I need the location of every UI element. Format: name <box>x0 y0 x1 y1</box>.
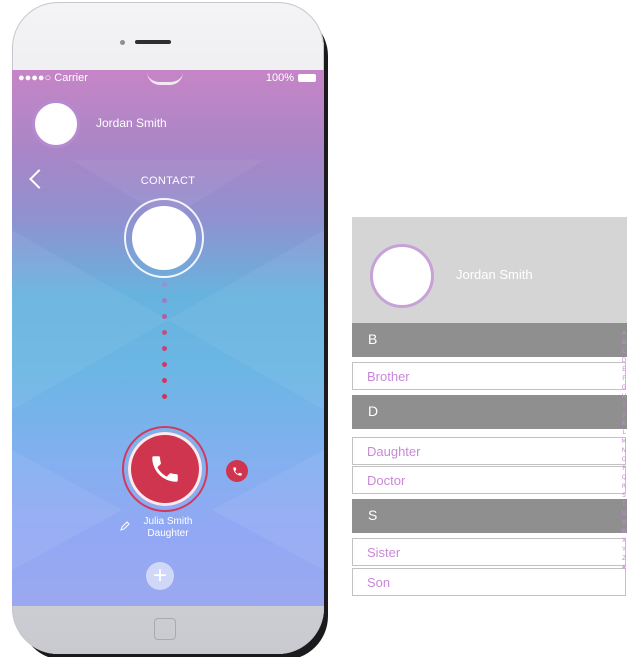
callee-info: Julia Smith Daughter <box>12 516 324 540</box>
section-header-d: D <box>352 395 627 429</box>
callee-relation: Daughter <box>147 528 189 539</box>
ear-speaker <box>147 72 183 85</box>
connector-dot <box>162 394 167 399</box>
index-letter[interactable]: Z <box>620 554 627 563</box>
connector-dot <box>162 298 167 303</box>
phone-speaker <box>135 40 171 44</box>
list-item-label: Doctor <box>367 473 406 488</box>
section-header-s: S <box>352 499 627 533</box>
profile-name: Jordan Smith <box>96 116 167 130</box>
list-item[interactable]: Son <box>352 568 626 596</box>
contact-list-panel: Jordan Smith B Brother D Daughter Doctor… <box>352 217 627 600</box>
index-letter[interactable]: I <box>620 401 627 410</box>
index-letter[interactable]: X <box>620 536 627 545</box>
connector-dot <box>162 346 167 351</box>
profile-avatar[interactable] <box>32 100 80 148</box>
carrier-label: ●●●●○ Carrier <box>18 72 88 84</box>
index-letter[interactable]: Q <box>620 473 627 482</box>
call-button[interactable] <box>128 432 202 506</box>
index-letter[interactable]: V <box>620 518 627 527</box>
status-bar: ●●●●○ Carrier 100% <box>12 70 324 86</box>
index-letter[interactable]: L <box>620 428 627 437</box>
index-letter[interactable]: J <box>620 410 627 419</box>
index-letter[interactable]: A <box>620 329 627 338</box>
list-item-label: Brother <box>367 369 410 384</box>
index-letter[interactable]: E <box>620 365 627 374</box>
index-letter[interactable]: R <box>620 482 627 491</box>
section-letter: B <box>368 331 378 347</box>
index-letter[interactable]: D <box>620 356 627 365</box>
phone-mockup: ●●●●○ Carrier 100% Jordan Smith CONTACT <box>12 2 324 654</box>
battery-icon <box>298 74 316 82</box>
index-letter[interactable]: F <box>620 374 627 383</box>
phone-screen: ●●●●○ Carrier 100% Jordan Smith CONTACT <box>12 70 324 606</box>
phone-icon <box>233 467 242 476</box>
index-letter[interactable]: K <box>620 419 627 428</box>
connector-dot <box>162 362 167 367</box>
plus-icon: + <box>152 562 167 589</box>
connector-dot <box>162 330 167 335</box>
index-letter[interactable]: P <box>620 464 627 473</box>
connector-dot <box>162 282 167 287</box>
battery-label: 100% <box>265 72 294 84</box>
list-item-label: Son <box>367 575 391 590</box>
callee-name: Julia Smith <box>143 516 193 527</box>
section-letter: S <box>368 507 378 523</box>
connector-dot <box>162 314 167 319</box>
add-button[interactable]: + <box>146 562 174 590</box>
list-item[interactable]: Doctor <box>352 466 626 494</box>
alphabet-index[interactable]: A B C D E F G H I J K L M N O P Q R S T U V W X Y Z # <box>620 329 627 599</box>
small-call-button[interactable] <box>226 460 248 482</box>
panel-header: Jordan Smith <box>352 217 627 323</box>
index-letter[interactable]: T <box>620 500 627 509</box>
index-letter[interactable]: U <box>620 509 627 518</box>
list-item[interactable]: Brother <box>352 362 626 390</box>
connector-dot <box>162 378 167 383</box>
home-button[interactable] <box>154 618 176 640</box>
section-letter: D <box>368 403 379 419</box>
page-title: CONTACT <box>140 175 196 187</box>
profile-header: Jordan Smith <box>12 86 324 158</box>
list-item[interactable]: Sister <box>352 538 626 566</box>
contact-avatar[interactable] <box>132 206 196 270</box>
section-header-b: B <box>352 323 627 357</box>
panel-profile-name: Jordan Smith <box>456 267 533 282</box>
index-letter[interactable]: # <box>620 563 627 572</box>
index-letter[interactable]: N <box>620 446 627 455</box>
index-letter[interactable]: S <box>620 491 627 500</box>
front-camera <box>120 40 125 45</box>
phone-icon <box>152 456 178 482</box>
index-letter[interactable]: O <box>620 455 627 464</box>
index-letter[interactable]: M <box>620 437 627 446</box>
list-item-label: Sister <box>367 545 401 560</box>
index-letter[interactable]: H <box>620 392 627 401</box>
list-item[interactable]: Daughter <box>352 437 626 465</box>
index-letter[interactable]: Y <box>620 545 627 554</box>
index-letter[interactable]: C <box>620 347 627 356</box>
index-letter[interactable]: B <box>620 338 627 347</box>
panel-avatar[interactable] <box>370 244 434 308</box>
index-letter[interactable]: W <box>620 527 627 536</box>
index-letter[interactable]: G <box>620 383 627 392</box>
list-item-label: Daughter <box>367 444 421 459</box>
